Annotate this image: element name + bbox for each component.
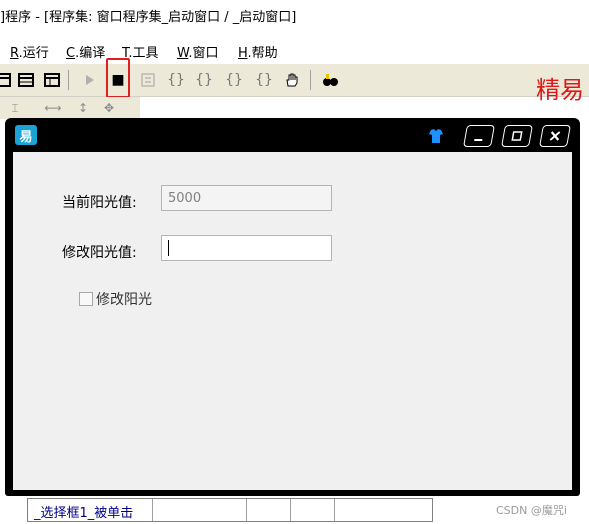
window-title-bar[interactable]: 易 — [5, 118, 580, 152]
run-to-cursor-icon[interactable]: {} — [254, 70, 274, 90]
hand-icon[interactable] — [282, 70, 302, 90]
current-sunshine-label: 当前阳光值: — [62, 195, 137, 211]
window-client-area: 当前阳光值: 5000 修改阳光值: 修改阳光 — [13, 152, 572, 490]
step-into-icon[interactable]: {} — [166, 70, 186, 90]
main-toolbar: ■ {} {} {} {} — [0, 64, 589, 97]
minimize-button[interactable] — [463, 125, 495, 147]
ide-title-text: ]程序 - [程序集: 窗口程序集_启动窗口 / _启动窗口] — [0, 10, 297, 25]
startup-window: 易 当前阳光值: 5000 修改阳光值: 修改阳光 — [5, 118, 580, 496]
table-cell[interactable] — [152, 499, 247, 521]
ide-title-bar: ]程序 - [程序集: 窗口程序集_启动窗口 / _启动窗口] — [0, 0, 589, 30]
table-cell[interactable] — [290, 499, 335, 521]
align-top-icon[interactable]: ⌶ — [6, 99, 24, 117]
step-icon[interactable] — [138, 70, 158, 90]
modify-sunshine-checkbox-label[interactable]: 修改阳光 — [96, 289, 152, 309]
watermark-text: CSDN @魔咒i — [496, 504, 567, 517]
menu-bar: R.运行 C.编译 T.工具 W.窗口 H.帮助 — [0, 38, 589, 62]
align-toolbar: ⌶ ⟷ ↕ ✥ — [0, 97, 140, 119]
table-cell[interactable] — [246, 499, 291, 521]
menu-run[interactable]: R.运行 — [10, 42, 49, 61]
modify-sunshine-label: 修改阳光值: — [62, 245, 137, 261]
text-caret — [168, 240, 169, 256]
toolbar-separator — [68, 70, 69, 90]
table-cell[interactable] — [28, 499, 153, 521]
window-layout-icon[interactable] — [16, 70, 36, 90]
close-button[interactable] — [539, 125, 571, 147]
menu-window[interactable]: W.窗口 — [177, 42, 219, 61]
step-out-icon[interactable]: {} — [224, 70, 244, 90]
same-height-icon[interactable]: ↕ — [74, 99, 92, 117]
modify-sunshine-checkbox-row[interactable]: 修改阳光 — [79, 289, 152, 309]
maximize-button[interactable] — [501, 125, 533, 147]
menu-compile[interactable]: C.编译 — [66, 42, 105, 61]
run-icon[interactable] — [80, 70, 100, 90]
current-sunshine-field: 5000 — [161, 185, 332, 211]
menu-help[interactable]: H.帮助 — [238, 42, 278, 61]
brand-text: 精易 — [536, 76, 584, 104]
modify-sunshine-input[interactable] — [161, 235, 332, 261]
skin-shirt-icon[interactable] — [428, 127, 444, 145]
toolbar-separator — [310, 70, 311, 90]
step-over-icon[interactable]: {} — [194, 70, 214, 90]
app-icon: 易 — [15, 125, 37, 145]
same-size-icon[interactable]: ✥ — [100, 99, 118, 117]
stop-button-highlight — [106, 58, 130, 98]
find-icon[interactable] — [320, 70, 340, 90]
modify-sunshine-checkbox[interactable] — [79, 292, 93, 306]
code-table-row: _选择框1_被单击 — [27, 498, 433, 522]
same-width-icon[interactable]: ⟷ — [44, 99, 62, 117]
layout-icon[interactable] — [0, 70, 14, 90]
split-layout-icon[interactable] — [42, 70, 62, 90]
